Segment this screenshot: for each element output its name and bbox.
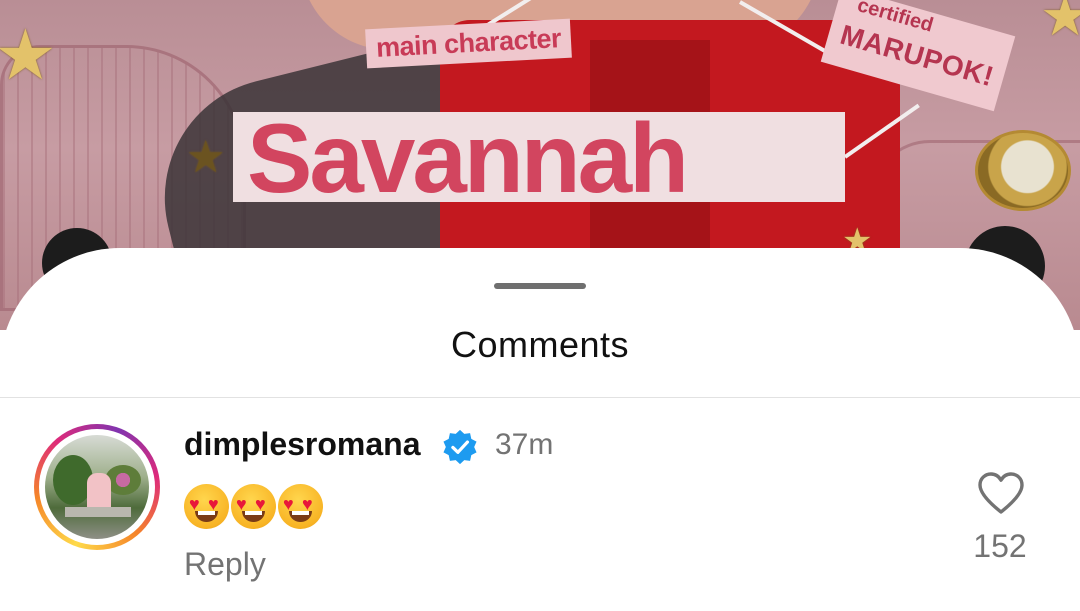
comment-text: ♥ ♥ ♥ ♥ ♥ ♥ xyxy=(184,484,323,532)
avatar-detail xyxy=(65,507,131,517)
comments-sheet: Comments dimplesromana 37m ♥ ♥ ♥ ♥ ♥ ♥ R… xyxy=(0,248,1080,611)
locket-sticker xyxy=(975,130,1071,211)
sheet-title: Comments xyxy=(450,324,630,365)
like-count: 152 xyxy=(973,528,1027,564)
screen: ★ ★ ★ ★ main character certified MARUPOK… xyxy=(0,0,1080,611)
heart-eyes-emoji-icon: ♥ ♥ xyxy=(231,484,276,529)
sheet-drag-handle[interactable] xyxy=(494,283,586,289)
avatar xyxy=(45,435,149,539)
star-icon: ★ xyxy=(1040,0,1080,47)
reply-button[interactable]: Reply xyxy=(184,546,266,583)
heart-outline-icon[interactable] xyxy=(976,470,1026,516)
post-title: Savannah xyxy=(247,103,689,213)
star-icon: ★ xyxy=(0,16,57,94)
post-title-block: Savannah xyxy=(233,103,845,213)
verified-badge-icon xyxy=(443,429,477,465)
avatar-border xyxy=(39,429,155,545)
comment-item: dimplesromana 37m ♥ ♥ ♥ ♥ ♥ ♥ Reply xyxy=(0,398,1080,611)
avatar-story-ring[interactable] xyxy=(34,424,160,550)
star-icon: ★ xyxy=(186,133,226,182)
heart-eyes-emoji-icon: ♥ ♥ xyxy=(184,484,229,529)
heart-eyes-emoji-icon: ♥ ♥ xyxy=(278,484,323,529)
comment-username[interactable]: dimplesromana xyxy=(184,426,421,463)
comment-timestamp: 37m xyxy=(495,428,554,461)
